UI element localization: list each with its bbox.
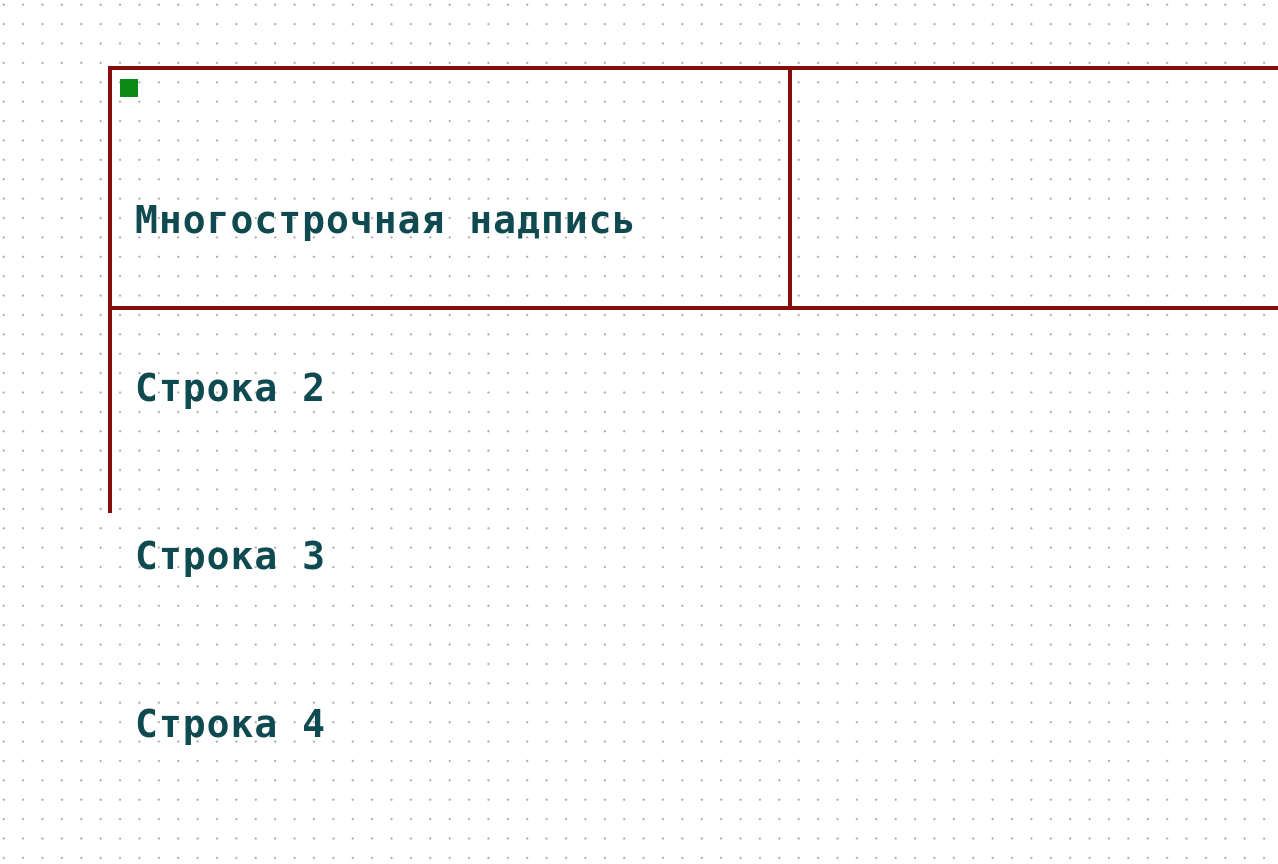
text-anchor-handle[interactable] — [120, 79, 138, 97]
text-line-1: Многострочная надпись — [135, 198, 637, 242]
schematic-canvas[interactable]: Многострочная надпись Строка 2 Строка 3 … — [0, 0, 1278, 746]
text-line-2: Строка 2 — [135, 366, 327, 410]
text-line-3: Строка 3 — [135, 534, 327, 578]
multiline-text-item[interactable]: Многострочная надпись Строка 2 Строка 3 … — [135, 80, 636, 864]
title-block-vertical-divider[interactable] — [788, 66, 792, 310]
text-line-4: Строка 4 — [135, 702, 327, 746]
